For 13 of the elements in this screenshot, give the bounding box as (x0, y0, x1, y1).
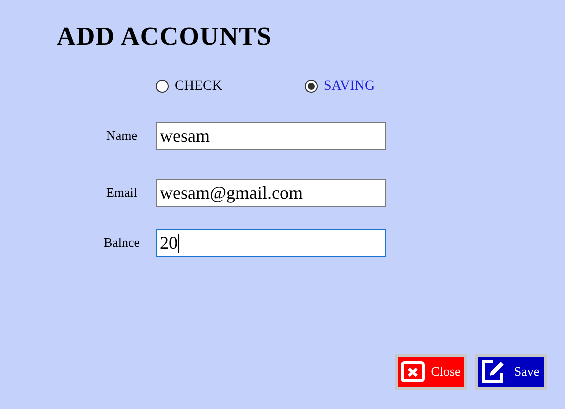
text-field[interactable]: wesam@gmail.com (156, 179, 386, 207)
text-field[interactable]: 20 (156, 229, 386, 257)
field-label: Email (105, 184, 139, 202)
text-field[interactable]: wesam (156, 122, 386, 150)
save-button[interactable]: Save (475, 354, 547, 390)
page-title: ADD ACCOUNTS (57, 22, 272, 52)
edit-icon (481, 359, 507, 385)
close-icon (401, 360, 425, 384)
account-type-radio[interactable]: CHECK (156, 76, 305, 97)
field-label: Name (105, 127, 139, 146)
close-button[interactable]: Close (395, 354, 467, 390)
account-type-radio[interactable]: SAVING (305, 76, 454, 97)
field-label: Balnce (102, 234, 142, 252)
